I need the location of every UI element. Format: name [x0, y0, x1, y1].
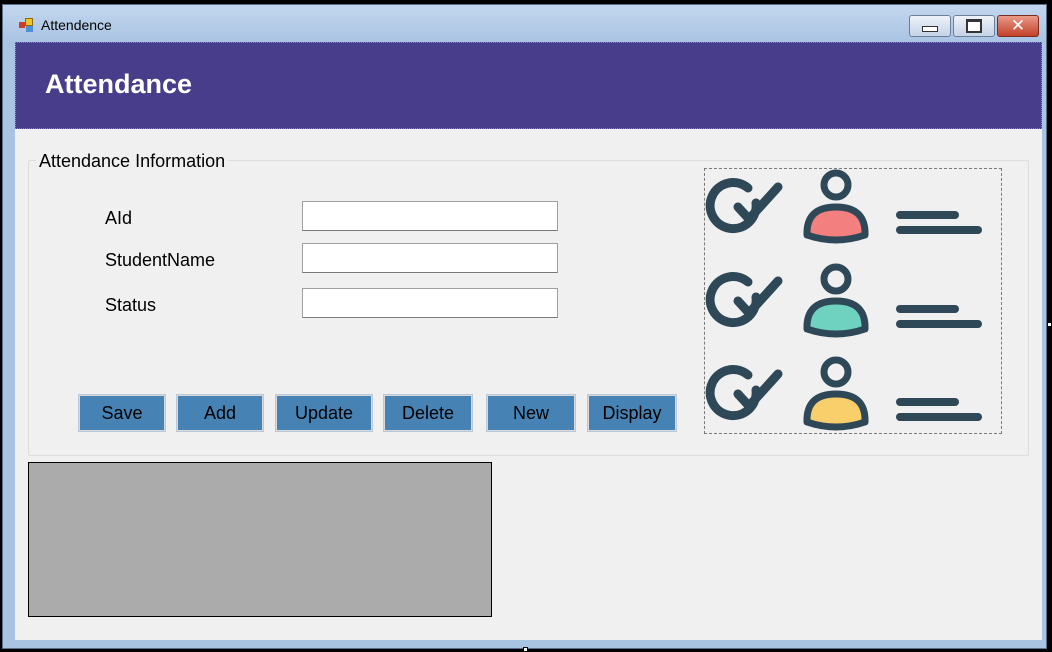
display-button[interactable]: Display [588, 395, 676, 431]
attendance-row-3 [705, 356, 982, 431]
attendance-checklist-icon [704, 168, 1002, 434]
attendance-info-group: Attendance Information AId StudentName S… [28, 151, 1029, 456]
attendance-row-2 [705, 263, 982, 338]
maximize-icon [966, 19, 982, 33]
window-title: Attendence [41, 17, 112, 33]
form-client-area: Attendance Attendance Information AId St… [15, 42, 1042, 640]
minimize-icon [922, 26, 938, 32]
attendance-row-1 [705, 169, 982, 244]
status-input[interactable] [302, 288, 558, 318]
save-button[interactable]: Save [79, 395, 165, 431]
page-title: Attendance [45, 69, 193, 99]
lines-icon [896, 211, 982, 234]
person-icon [803, 356, 869, 431]
group-legend: Attendance Information [36, 151, 229, 172]
header-panel: Attendance [15, 42, 1042, 129]
resize-handle-right[interactable] [1047, 322, 1052, 327]
title-bar[interactable]: Attendence ✕ [3, 5, 1046, 42]
status-label: Status [105, 295, 157, 315]
app-form-icon [19, 18, 35, 32]
maximize-button[interactable] [953, 15, 995, 37]
update-button[interactable]: Update [276, 395, 372, 431]
add-button[interactable]: Add [177, 395, 263, 431]
lines-icon [896, 398, 982, 421]
delete-button[interactable]: Delete [384, 395, 472, 431]
lines-icon [896, 305, 982, 328]
aid-label: AId [105, 208, 133, 228]
person-icon [803, 169, 869, 244]
aid-input[interactable] [302, 201, 558, 231]
attendance-data-grid[interactable] [28, 462, 492, 617]
close-button[interactable]: ✕ [997, 15, 1039, 37]
resize-handle-bottom[interactable] [523, 647, 528, 652]
close-icon: ✕ [1010, 15, 1026, 36]
new-button[interactable]: New [487, 395, 575, 431]
app-window: Attendence ✕ Attendance Attendance Infor… [2, 4, 1047, 649]
person-icon [803, 263, 869, 338]
student-name-input[interactable] [302, 243, 558, 273]
minimize-button[interactable] [909, 15, 951, 37]
student-name-label: StudentName [105, 250, 216, 270]
